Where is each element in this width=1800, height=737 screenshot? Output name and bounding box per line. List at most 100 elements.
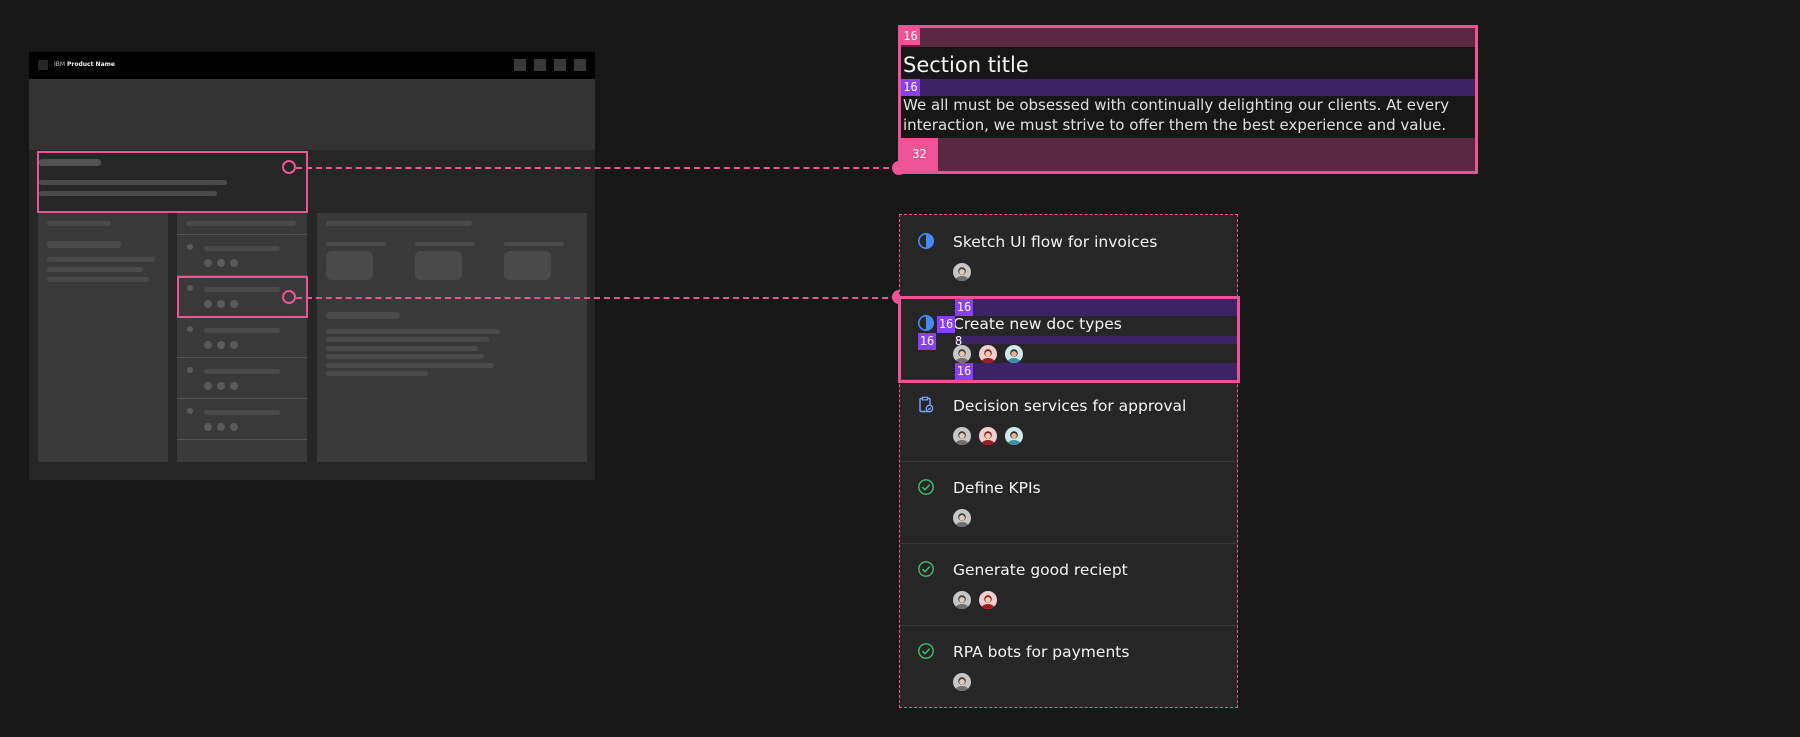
task-label: RPA bots for payments [953,643,1130,661]
spacing-tag-top: 16 [901,28,920,45]
placeholder-line [47,277,149,282]
placeholder-line [326,363,494,368]
avatar[interactable] [953,263,971,281]
spacing-tag-avatar-gap: 8 [955,334,963,348]
placeholder-avatar [230,259,238,267]
header-action-icon [514,59,526,71]
placeholder-icon [187,408,193,414]
checkmark-icon [917,560,935,578]
header-action-icon [554,59,566,71]
checkmark-icon [917,478,935,496]
placeholder-avatar [230,341,238,349]
brand-name: IBM [54,61,66,68]
spacing-band-avatar-gap [955,336,1237,344]
avatar[interactable] [953,591,971,609]
placeholder-line [326,337,489,342]
checkmark-icon [917,642,935,660]
avatar[interactable] [1005,427,1023,445]
placeholder-avatar [204,423,212,431]
thumbnail-banner [29,79,595,150]
thumbnail-product-name: IBM Product Name [54,59,115,71]
placeholder-line [326,242,386,246]
row-divider [900,461,1236,462]
placeholder-tile [415,251,462,280]
placeholder-line [326,312,400,319]
placeholder-line [47,241,121,248]
section-title: Section title [903,53,1029,77]
row-divider [900,543,1236,544]
product-name: Product Name [66,61,115,68]
placeholder-line [504,242,564,246]
placeholder-line [204,410,280,415]
task-list: Sketch UI flow for invoices Create new do… [899,214,1238,708]
app-switcher-icon [38,60,48,70]
placeholder-line [47,221,111,226]
placeholder-line [47,267,143,272]
placeholder-line [326,329,500,334]
task-row[interactable]: Generate good reciept [900,543,1236,625]
placeholder-avatar [230,423,238,431]
task-label: Define KPIs [953,479,1041,497]
placeholder-avatar [204,259,212,267]
placeholder-line [204,328,280,333]
placeholder-avatar [204,341,212,349]
task-row-spacing-spec: 16 16 16 8 16 [898,296,1240,383]
task-row[interactable]: Sketch UI flow for invoices [900,215,1236,297]
avatar[interactable] [953,673,971,691]
task-callout-handle [282,290,296,304]
placeholder-avatar [217,423,225,431]
clipboard-icon [917,396,935,414]
avatar[interactable] [953,427,971,445]
spacing-tag-row-top: 16 [955,299,973,316]
header-action-icon [574,59,586,71]
avatar[interactable] [979,591,997,609]
placeholder-line [326,371,428,376]
section-callout-line [296,167,899,169]
spacing-tag-icon-gap: 16 [937,316,955,333]
placeholder-line [204,369,280,374]
placeholder-avatar [204,382,212,390]
page-thumbnail: IBM Product Name [29,52,595,480]
task-row[interactable]: RPA bots for payments [900,625,1236,707]
thumbnail-task-column [177,213,307,462]
section-callout-handle [282,160,296,174]
placeholder-avatar [217,259,225,267]
placeholder-tile [326,251,373,280]
task-label: Sketch UI flow for invoices [953,233,1158,251]
divider [177,439,307,440]
placeholder-line [204,246,280,251]
header-action-icon [534,59,546,71]
placeholder-line [415,242,475,246]
section-body: We all must be obsessed with continually… [903,96,1450,134]
placeholder-icon [187,367,193,373]
placeholder-line [326,221,472,226]
avatar[interactable] [953,509,971,527]
task-row[interactable]: Define KPIs [900,461,1236,543]
avatar[interactable] [979,427,997,445]
task-label: Generate good reciept [953,561,1128,579]
spacing-band-bottom [901,138,1475,171]
spacing-band-row-bottom [955,363,1237,380]
placeholder-line [47,257,155,262]
placeholder-tile [504,251,551,280]
row-divider [900,625,1236,626]
divider [177,357,307,358]
placeholder-avatar [230,382,238,390]
spacing-tag-title-gap: 16 [901,79,920,96]
in-progress-icon [917,232,935,250]
spacing-band-row-top [955,299,1237,316]
spacing-tag-row-bottom: 16 [955,363,973,380]
divider [177,234,307,235]
placeholder-line [186,221,296,226]
divider [177,398,307,399]
placeholder-icon [187,326,193,332]
placeholder-avatar [217,382,225,390]
task-row[interactable]: Decision services for approval [900,379,1236,461]
spacing-tag-left: 16 [918,333,936,350]
task-label: Decision services for approval [953,397,1187,415]
thumbnail-left-column [38,213,168,462]
placeholder-line [326,346,478,351]
placeholder-line [326,354,484,359]
task-callout-line [296,297,898,299]
thumbnail-detail-column [317,213,587,462]
